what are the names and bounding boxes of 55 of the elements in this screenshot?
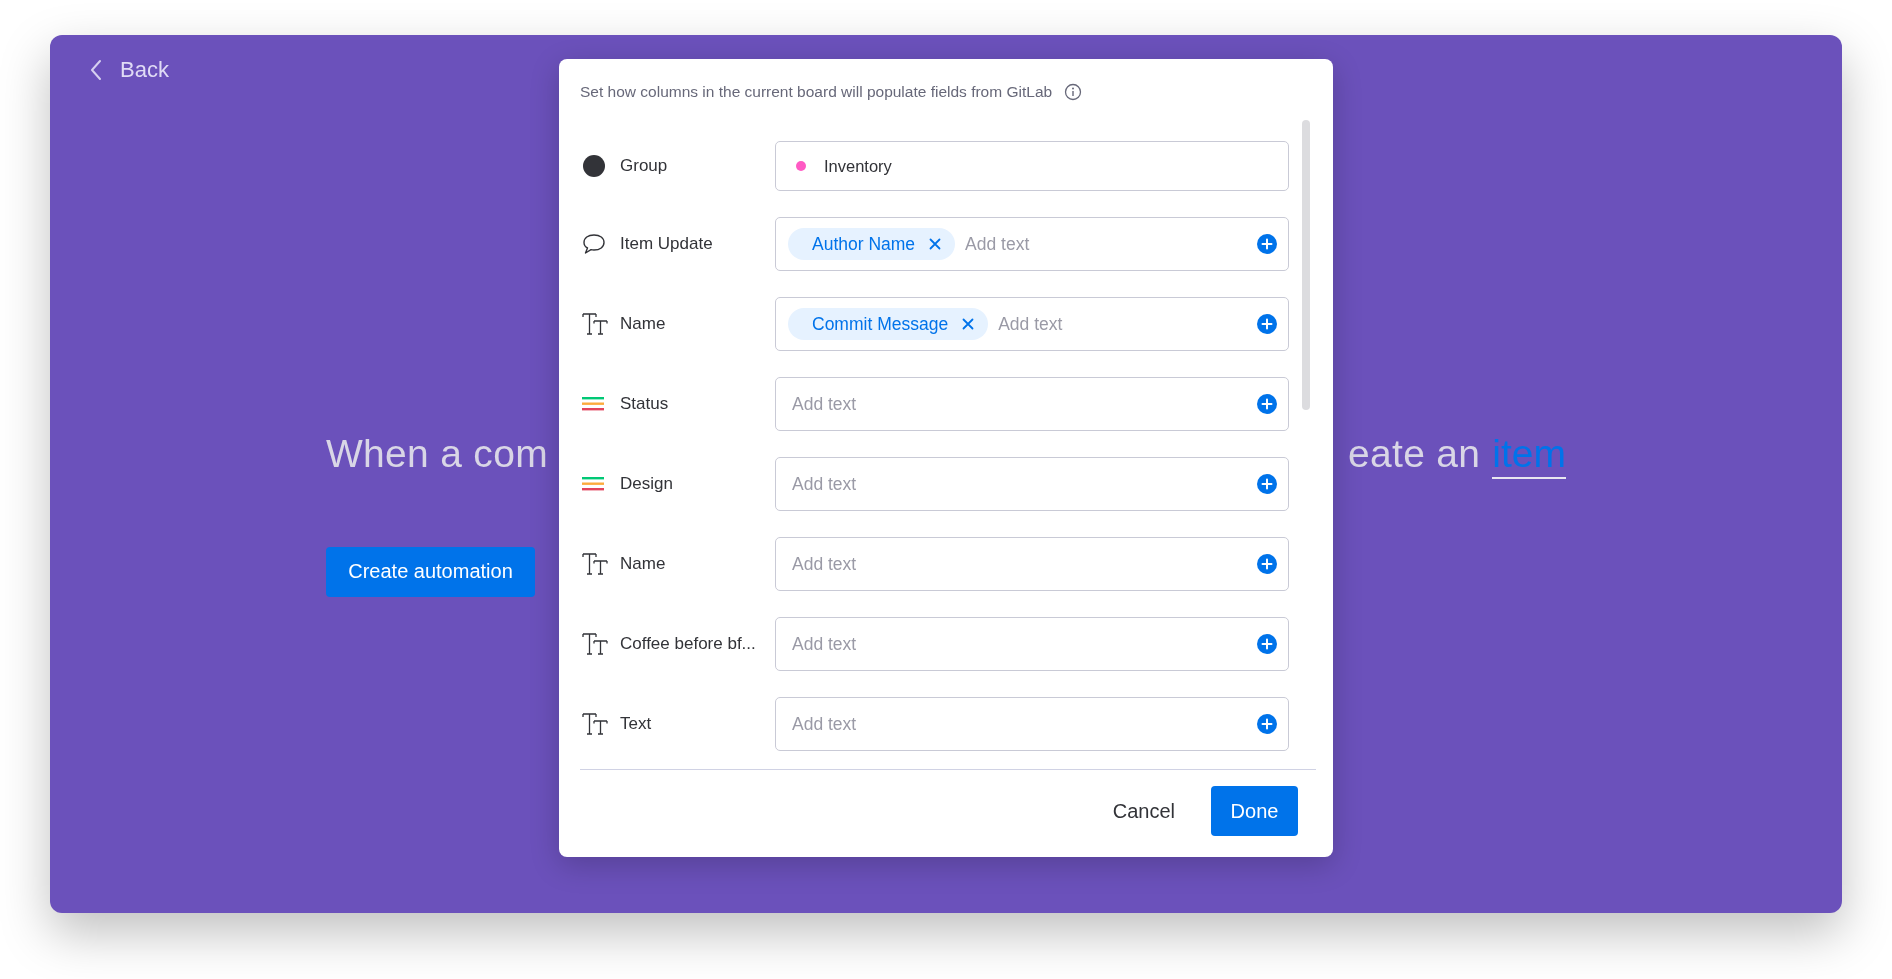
headline-text: When a com (326, 432, 548, 476)
text-type-icon (582, 632, 608, 656)
text-type-icon (582, 712, 608, 736)
info-icon (1064, 83, 1083, 101)
add-icon (1257, 234, 1277, 254)
add-icon (1257, 554, 1277, 574)
text-input[interactable]: Add text (961, 233, 1251, 255)
add-icon (1257, 634, 1277, 654)
text-input[interactable]: Add text (788, 713, 1251, 735)
column-label: Item Update (620, 234, 713, 254)
text-input[interactable]: Add text (788, 473, 1251, 495)
add-icon (1257, 314, 1277, 334)
remove-icon (962, 318, 975, 330)
status-lines-icon (582, 397, 604, 411)
text-input[interactable]: Add text (994, 313, 1251, 335)
column-label: Status (620, 394, 669, 414)
add-icon (1257, 394, 1277, 414)
column-label: Name (620, 554, 666, 574)
remove-icon (929, 238, 942, 250)
column-label: Coffee before bf... (620, 634, 756, 654)
column-label: Text (620, 714, 652, 734)
text-field[interactable]: Add text (775, 537, 1289, 591)
column-label: Name (620, 314, 666, 334)
text-type-icon (582, 312, 608, 336)
dot-icon (582, 154, 606, 178)
token-label: Author Name (812, 233, 916, 255)
add-icon (1257, 714, 1277, 734)
text-field[interactable]: Add text (775, 697, 1289, 751)
cancel-button[interactable]: Cancel (1102, 786, 1185, 836)
token-label: Commit Message (812, 313, 949, 335)
back-link[interactable]: Back (90, 57, 169, 83)
status-lines-icon (582, 477, 604, 491)
done-button[interactable]: Done (1211, 786, 1298, 836)
headline-text: eate an (1348, 432, 1481, 476)
column-label: Group (620, 156, 668, 176)
description-text: Set how columns in the current board will populate fields from GitLab (580, 83, 1053, 101)
token-chip[interactable]: Author Name (788, 228, 956, 260)
text-field[interactable]: Add text (775, 457, 1289, 511)
group-value: Inventory (824, 156, 892, 176)
text-field[interactable]: Add text (775, 617, 1289, 671)
text-field[interactable]: Author Name Add text (775, 217, 1289, 271)
text-input[interactable]: Add text (788, 633, 1251, 655)
text-input[interactable]: Add text (788, 393, 1251, 415)
text-input[interactable]: Add text (788, 553, 1251, 575)
text-field[interactable]: Add text (775, 377, 1289, 431)
scrollbar-thumb[interactable] (1302, 120, 1310, 410)
column-label: Design (620, 474, 673, 494)
text-type-icon (582, 552, 608, 576)
group-select[interactable]: Inventory (775, 141, 1289, 191)
token-chip[interactable]: Commit Message (788, 308, 989, 340)
chevron-left-icon (90, 59, 102, 81)
add-icon (1257, 474, 1277, 494)
create-automation-button[interactable]: Create automation (326, 546, 535, 597)
speech-bubble-icon (582, 233, 606, 255)
text-field[interactable]: Commit Message Add text (775, 297, 1289, 351)
